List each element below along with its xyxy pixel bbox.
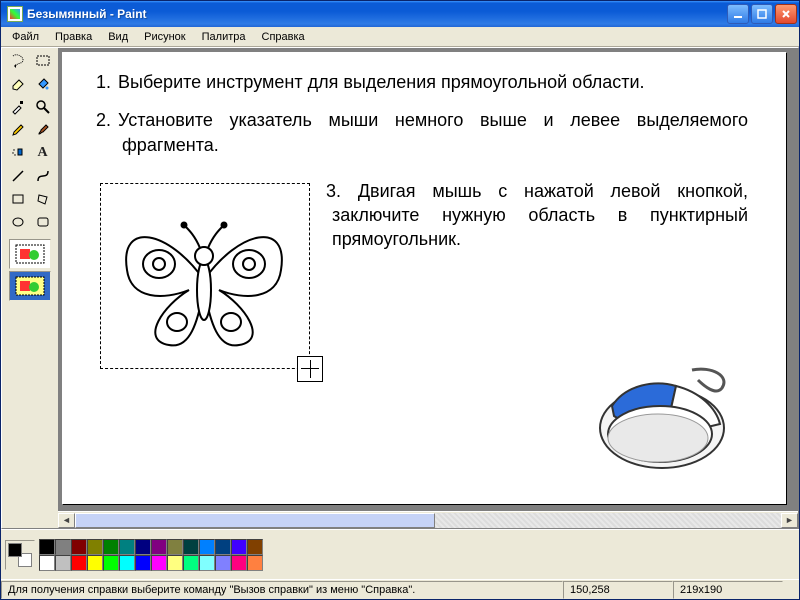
scroll-thumb[interactable] [75,513,435,528]
color-swatch[interactable] [135,555,151,571]
color-swatch[interactable] [39,539,55,555]
color-swatch[interactable] [71,539,87,555]
tool-eraser[interactable] [6,73,30,95]
close-button[interactable] [775,4,797,24]
minimize-button[interactable] [727,4,749,24]
color-swatch[interactable] [103,539,119,555]
window-title: Безымянный - Paint [27,7,727,21]
color-swatch[interactable] [167,539,183,555]
canvas-area: 1.Выберите инструмент для выделения прям… [58,48,798,528]
color-swatch[interactable] [199,555,215,571]
toolbox: A [2,48,58,528]
color-swatch[interactable] [167,555,183,571]
tool-fill[interactable] [31,73,55,95]
maximize-button[interactable] [751,4,773,24]
color-swatch[interactable] [103,555,119,571]
canvas[interactable]: 1.Выберите инструмент для выделения прям… [62,52,786,504]
color-swatch[interactable] [87,555,103,571]
color-swatch[interactable] [183,555,199,571]
mouse-drawing [582,358,742,478]
menubar: Файл Правка Вид Рисунок Палитра Справка [1,27,799,47]
color-swatch[interactable] [71,555,87,571]
color-swatch[interactable] [215,555,231,571]
color-swatch[interactable] [183,539,199,555]
crosshair-cursor-icon [297,356,323,382]
app-icon [7,6,23,22]
color-swatch[interactable] [39,555,55,571]
tool-options [6,239,54,301]
tool-brush[interactable] [31,119,55,141]
color-swatch[interactable] [231,555,247,571]
color-swatch[interactable] [135,539,151,555]
menu-image[interactable]: Рисунок [137,29,193,45]
tool-polygon[interactable] [31,188,55,210]
color-swatch[interactable] [215,539,231,555]
color-swatch[interactable] [151,555,167,571]
option-transparent-on[interactable] [9,271,51,301]
color-swatch[interactable] [55,555,71,571]
workarea: A 1.Выберите инструмент для выделения пр… [1,47,799,529]
tool-line[interactable] [6,165,30,187]
instruction-step-2: 2.Установите указатель мыши немного выше… [122,108,748,157]
instruction-step-1: 1.Выберите инструмент для выделения прям… [122,70,748,94]
status-cursor-position: 150,258 [563,581,673,599]
color-swatch[interactable] [87,539,103,555]
option-transparent-off[interactable] [9,239,51,269]
current-colors[interactable] [5,540,35,570]
color-palette [39,539,263,571]
color-swatch[interactable] [247,539,263,555]
tool-rect-select[interactable] [31,50,55,72]
tool-magnifier[interactable] [31,96,55,118]
tool-eyedropper[interactable] [6,96,30,118]
status-selection-size: 219x190 [673,581,783,599]
paint-window: Безымянный - Paint Файл Правка Вид Рисун… [0,0,800,600]
titlebar[interactable]: Безымянный - Paint [1,1,799,27]
menu-view[interactable]: Вид [101,29,135,45]
canvas-scroll[interactable]: 1.Выберите инструмент для выделения прям… [58,48,798,511]
tool-rectangle[interactable] [6,188,30,210]
instruction-step-3: 3. Двигая мышь с нажатой левой кнопкой, … [332,179,752,369]
color-swatch[interactable] [55,539,71,555]
menu-edit[interactable]: Правка [48,29,99,45]
color-box [1,529,799,579]
horizontal-scrollbar[interactable]: ◄ ► [58,511,798,528]
scroll-right-button[interactable]: ► [781,513,798,528]
color-swatch[interactable] [151,539,167,555]
butterfly-drawing [109,190,299,360]
scroll-left-button[interactable]: ◄ [58,513,75,528]
color-swatch[interactable] [199,539,215,555]
color-swatch[interactable] [119,555,135,571]
tool-ellipse[interactable] [6,211,30,233]
foreground-color [8,543,22,557]
color-swatch[interactable] [231,539,247,555]
color-swatch[interactable] [119,539,135,555]
tool-rounded-rect[interactable] [31,211,55,233]
menu-help[interactable]: Справка [255,29,312,45]
menu-file[interactable]: Файл [5,29,46,45]
tool-curve[interactable] [31,165,55,187]
tool-freeform-select[interactable] [6,50,30,72]
tool-pencil[interactable] [6,119,30,141]
status-help-text: Для получения справки выберите команду "… [1,581,563,599]
tool-airbrush[interactable] [6,142,30,164]
color-swatch[interactable] [247,555,263,571]
selection-rectangle [100,183,310,369]
scroll-track[interactable] [75,513,781,528]
statusbar: Для получения справки выберите команду "… [1,579,799,599]
tool-text[interactable]: A [31,142,55,164]
menu-colors[interactable]: Палитра [195,29,253,45]
